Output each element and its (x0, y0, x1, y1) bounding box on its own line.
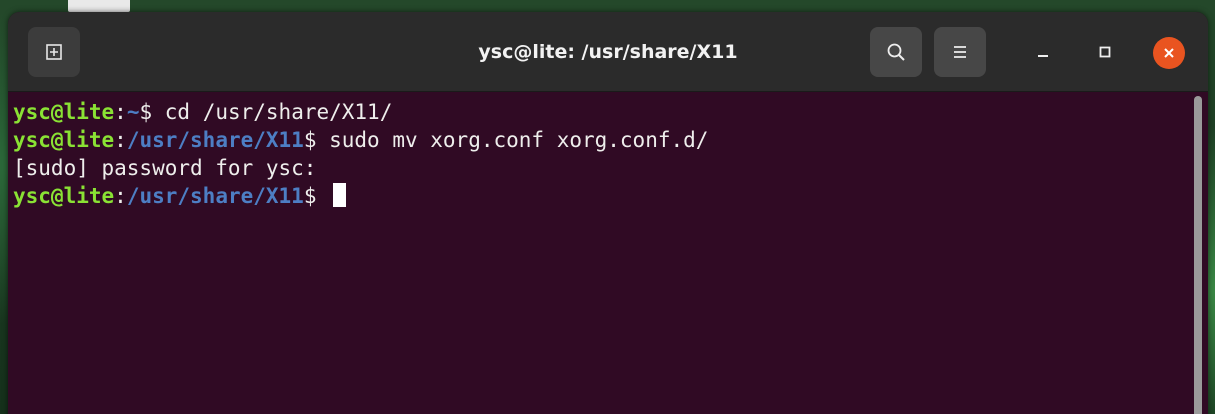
search-icon (887, 43, 905, 61)
close-icon (1164, 48, 1174, 58)
terminal-line-4: ysc@lite:/usr/share/X11$ (13, 182, 1208, 210)
command-text: sudo mv xorg.conf xorg.conf.d/ (329, 128, 709, 152)
search-button[interactable] (870, 27, 922, 77)
scrollbar[interactable] (1194, 96, 1202, 414)
desktop-panel-fragment (68, 0, 130, 12)
minimize-button[interactable] (1026, 27, 1060, 77)
prompt-dollar: $ (139, 100, 165, 124)
terminal-window: ysc@lite: /usr/share/X11 ysc@lite:~$ cd … (8, 12, 1208, 414)
hamburger-menu-icon (954, 46, 966, 58)
prompt-user: ysc@lite (13, 128, 115, 152)
prompt-user: ysc@lite (13, 184, 115, 208)
minimize-icon (1038, 55, 1048, 57)
prompt-separator: : (114, 184, 127, 208)
menu-button[interactable] (934, 27, 986, 77)
text-cursor (333, 183, 347, 207)
prompt-user: ysc@lite (13, 100, 115, 124)
output-text: [sudo] password for ysc: (13, 156, 317, 180)
terminal-line-1: ysc@lite:~$ cd /usr/share/X11/ (13, 98, 1208, 126)
prompt-separator: : (114, 100, 127, 124)
prompt-path: /usr/share/X11 (126, 128, 304, 152)
prompt-path: /usr/share/X11 (126, 184, 304, 208)
command-text: cd /usr/share/X11/ (164, 100, 393, 124)
new-tab-button[interactable] (28, 27, 80, 77)
header-bar: ysc@lite: /usr/share/X11 (8, 12, 1208, 92)
prompt-dollar: $ (303, 128, 330, 152)
prompt-dollar: $ (303, 184, 330, 208)
prompt-path: ~ (126, 100, 140, 124)
new-tab-icon (46, 44, 62, 60)
maximize-button[interactable] (1088, 27, 1122, 77)
prompt-separator: : (114, 128, 127, 152)
terminal-line-3: [sudo] password for ysc: (13, 154, 1208, 182)
terminal-output[interactable]: ysc@lite:~$ cd /usr/share/X11/ ysc@lite:… (8, 92, 1208, 414)
close-button[interactable] (1153, 37, 1185, 69)
maximize-icon (1099, 46, 1111, 58)
terminal-line-2: ysc@lite:/usr/share/X11$ sudo mv xorg.co… (13, 126, 1208, 154)
